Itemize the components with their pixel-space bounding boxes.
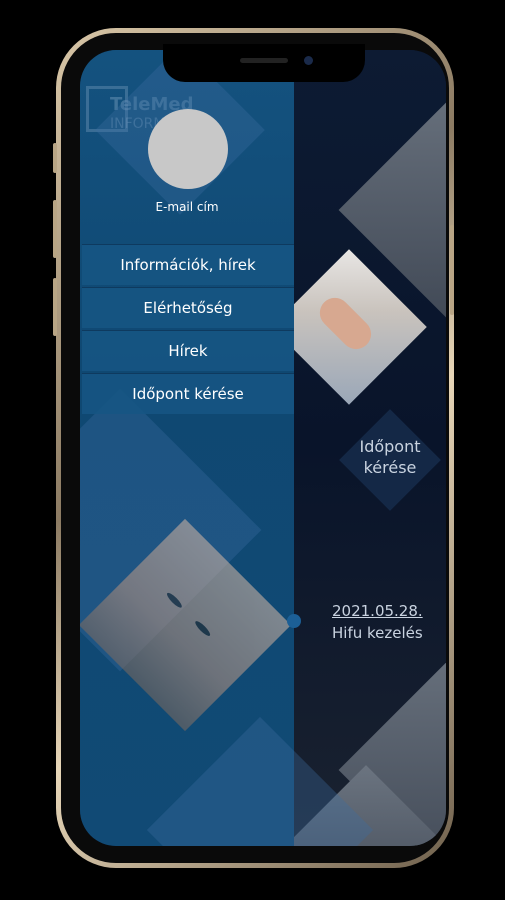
news-title[interactable]: Hifu kezelés xyxy=(332,624,423,642)
drawer-menu: Információk, hírek Elérhetőség Hírek Idő… xyxy=(82,244,294,416)
hand-image xyxy=(313,291,378,356)
face-eye-left xyxy=(165,591,184,610)
side-button-left-2 xyxy=(53,200,57,258)
side-button-right xyxy=(450,225,454,315)
menu-item-info-news[interactable]: Információk, hírek xyxy=(82,244,294,285)
front-camera xyxy=(304,56,313,65)
appointment-cta-label[interactable]: Időpont kérése xyxy=(340,436,440,478)
phone-notch xyxy=(163,44,365,82)
side-button-left-1 xyxy=(53,143,57,173)
face-eye-right xyxy=(193,619,212,638)
menu-item-news[interactable]: Hírek xyxy=(82,330,294,371)
appointment-cta-line1: Időpont xyxy=(359,437,421,456)
side-button-left-3 xyxy=(53,278,57,336)
app-screen: Időpont kérése 2021.05.28. Hifu kezelés … xyxy=(80,50,446,846)
speaker-grille xyxy=(240,58,288,63)
menu-item-contact[interactable]: Elérhetőség xyxy=(82,287,294,328)
appointment-cta-line2: kérése xyxy=(363,458,417,477)
navigation-drawer: TeleMed INFORM E-mail cím Információk, h… xyxy=(80,50,374,846)
timeline-dot xyxy=(287,614,301,628)
news-date-link[interactable]: 2021.05.28. xyxy=(332,602,423,620)
menu-item-appointment[interactable]: Időpont kérése xyxy=(82,373,294,414)
profile-avatar[interactable] xyxy=(148,109,228,189)
email-label: E-mail cím xyxy=(155,200,219,214)
